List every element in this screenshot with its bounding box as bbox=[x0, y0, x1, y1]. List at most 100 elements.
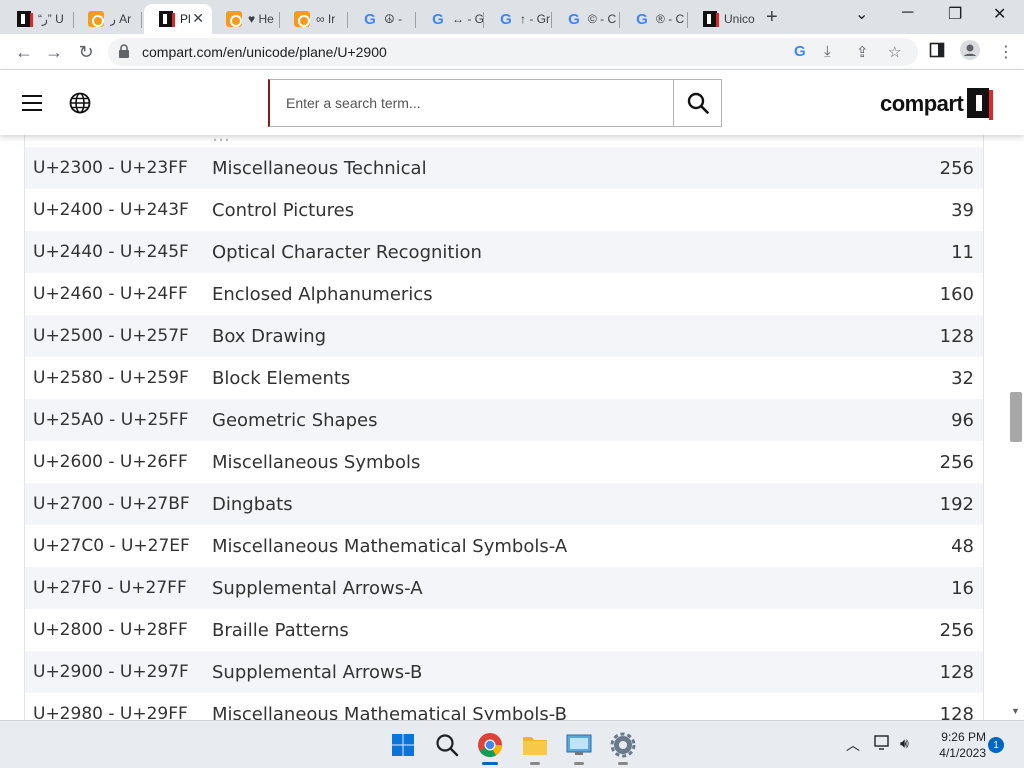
share-icon[interactable]: ⇪ bbox=[856, 43, 869, 61]
block-range[interactable]: U+2400 - U+243F bbox=[25, 200, 212, 220]
table-row[interactable]: U+2700 - U+27BF Dingbats 192 bbox=[25, 483, 983, 525]
block-range[interactable]: U+2800 - U+28FF bbox=[25, 620, 212, 640]
table-row[interactable]: U+2980 - U+29FF Miscellaneous Mathematica… bbox=[25, 693, 983, 720]
back-button[interactable]: ← bbox=[12, 40, 36, 64]
table-row[interactable]: U+2600 - U+26FF Miscellaneous Symbols 256 bbox=[25, 441, 983, 483]
close-tab-icon[interactable]: ✕ bbox=[192, 10, 204, 27]
block-name[interactable]: Braille Patterns bbox=[212, 620, 893, 641]
block-range[interactable]: U+2440 - U+245F bbox=[25, 242, 212, 262]
block-name[interactable]: Dingbats bbox=[212, 494, 893, 515]
block-name[interactable]: Miscellaneous Technical bbox=[212, 158, 893, 179]
scroll-down-arrow-icon[interactable]: ▼ bbox=[1011, 706, 1020, 716]
windows-start-icon[interactable] bbox=[389, 731, 417, 759]
control-panel-icon[interactable] bbox=[565, 731, 593, 765]
block-name[interactable]: Miscellaneous Mathematical Symbols-A bbox=[212, 536, 893, 557]
block-name[interactable]: Supplemental Arrows-A bbox=[212, 578, 893, 599]
new-tab-button[interactable]: + bbox=[766, 6, 778, 29]
browser-tab[interactable]: G ® - C bbox=[620, 4, 688, 34]
block-count: 256 bbox=[939, 619, 974, 641]
search-input[interactable] bbox=[270, 80, 675, 126]
volume-icon[interactable]: 🔊︎ bbox=[900, 735, 909, 752]
block-range[interactable]: U+2300 - U+23FF bbox=[25, 158, 212, 178]
block-range[interactable]: U+25A0 - U+25FF bbox=[25, 410, 212, 430]
globe-language-icon[interactable] bbox=[69, 92, 91, 119]
url-text[interactable]: compart.com/en/unicode/plane/U+2900 bbox=[142, 44, 387, 60]
forward-button[interactable]: → bbox=[42, 40, 66, 64]
compart-logo[interactable]: compart bbox=[880, 87, 994, 121]
side-panel-icon[interactable] bbox=[929, 42, 945, 63]
block-count: 256 bbox=[939, 451, 974, 473]
tab-title: ☮ - bbox=[384, 12, 403, 26]
file-explorer-icon[interactable] bbox=[521, 731, 549, 765]
block-name[interactable]: Supplemental Arrows-B bbox=[212, 662, 893, 683]
block-name[interactable]: Geometric Shapes bbox=[212, 410, 893, 431]
table-row[interactable]: U+2460 - U+24FF Enclosed Alphanumerics 160 bbox=[25, 273, 983, 315]
browser-tab[interactable]: G ☮ - bbox=[348, 4, 416, 34]
browser-tab[interactable]: Unico bbox=[688, 4, 756, 34]
block-count: 96 bbox=[951, 409, 974, 431]
network-icon[interactable] bbox=[874, 735, 892, 754]
lock-icon[interactable] bbox=[118, 44, 130, 63]
block-name[interactable]: Control Pictures bbox=[212, 200, 893, 221]
system-clock[interactable]: 9:26 PM 4/1/2023 bbox=[928, 729, 986, 761]
browser-tab[interactable]: G ↑ - Gr bbox=[484, 4, 552, 34]
address-bar[interactable]: compart.com/en/unicode/plane/U+2900 G ⤓ … bbox=[108, 38, 918, 66]
block-name[interactable]: Block Elements bbox=[212, 368, 893, 389]
block-range[interactable]: U+2500 - U+257F bbox=[25, 326, 212, 346]
notification-badge[interactable]: 1 bbox=[988, 737, 1004, 753]
reload-button[interactable]: ↻ bbox=[74, 40, 98, 64]
google-favicon-icon: G bbox=[432, 10, 444, 28]
google-translate-icon[interactable]: G bbox=[794, 43, 806, 60]
table-row[interactable]: U+25A0 - U+25FF Geometric Shapes 96 bbox=[25, 399, 983, 441]
tab-title: ↔ - G bbox=[452, 12, 484, 26]
browser-tab[interactable]: “ر” U bbox=[2, 4, 74, 34]
block-count: 128 bbox=[939, 661, 974, 683]
settings-gear-icon[interactable] bbox=[609, 731, 637, 765]
browser-tab[interactable]: ∞ Ir bbox=[280, 4, 348, 34]
browser-tab[interactable]: ر Ar bbox=[74, 4, 142, 34]
bookmark-star-icon[interactable]: ☆ bbox=[888, 43, 901, 61]
block-name[interactable]: Enclosed Alphanumerics bbox=[212, 284, 893, 305]
table-row[interactable]: U+27C0 - U+27EF Miscellaneous Mathematica… bbox=[25, 525, 983, 567]
browser-tab[interactable]: G © - C bbox=[552, 4, 620, 34]
browser-menu-icon[interactable]: ⋮ bbox=[998, 42, 1014, 62]
menu-hamburger-icon[interactable] bbox=[22, 95, 42, 111]
close-window-icon[interactable]: ✕ bbox=[993, 4, 1006, 24]
tray-chevron-up-icon[interactable]: ︿ bbox=[846, 735, 860, 755]
search-button[interactable] bbox=[673, 80, 721, 126]
block-range[interactable]: U+27C0 - U+27EF bbox=[25, 536, 212, 556]
profile-avatar-icon[interactable] bbox=[960, 40, 980, 65]
block-name[interactable]: Miscellaneous Mathematical Symbols-B bbox=[212, 704, 893, 721]
table-row[interactable]: U+2300 - U+23FF Miscellaneous Technical 25… bbox=[25, 147, 983, 189]
tab-search-chevron-icon[interactable]: ⌄ bbox=[855, 4, 868, 24]
block-name[interactable]: Miscellaneous Symbols bbox=[212, 452, 893, 473]
browser-tab-active[interactable]: Pl ✕ bbox=[144, 4, 212, 34]
block-range[interactable]: U+27F0 - U+27FF bbox=[25, 578, 212, 598]
browser-tab[interactable]: ♥ He bbox=[212, 4, 280, 34]
table-row[interactable]: U+2900 - U+297F Supplemental Arrows-B 128 bbox=[25, 651, 983, 693]
table-row[interactable]: U+2580 - U+259F Block Elements 32 bbox=[25, 357, 983, 399]
minimize-icon[interactable]: ─ bbox=[902, 4, 913, 22]
block-range[interactable]: U+2580 - U+259F bbox=[25, 368, 212, 388]
table-row[interactable]: U+2400 - U+243F Control Pictures 39 bbox=[25, 189, 983, 231]
block-range[interactable]: U+2700 - U+27BF bbox=[25, 494, 212, 514]
chrome-icon[interactable] bbox=[476, 731, 504, 765]
tab-title: © - C bbox=[588, 12, 617, 26]
block-range[interactable]: U+2460 - U+24FF bbox=[25, 284, 212, 304]
taskbar-search-icon[interactable] bbox=[433, 731, 461, 759]
table-row[interactable]: U+2440 - U+245F Optical Character Recogni… bbox=[25, 231, 983, 273]
block-name[interactable]: Box Drawing bbox=[212, 326, 893, 347]
block-name[interactable]: Optical Character Recognition bbox=[212, 242, 893, 263]
browser-tab[interactable]: G ↔ - G bbox=[416, 4, 484, 34]
block-range[interactable]: U+2900 - U+297F bbox=[25, 662, 212, 682]
block-range[interactable]: U+2980 - U+29FF bbox=[25, 704, 212, 720]
install-icon[interactable]: ⤓ bbox=[824, 43, 831, 60]
table-row[interactable]: U+2800 - U+28FF Braille Patterns 256 bbox=[25, 609, 983, 651]
scrollbar-thumb[interactable] bbox=[1010, 392, 1022, 442]
table-row[interactable]: U+27F0 - U+27FF Supplemental Arrows-A 16 bbox=[25, 567, 983, 609]
table-row[interactable]: U+2500 - U+257F Box Drawing 128 bbox=[25, 315, 983, 357]
block-range[interactable]: U+2600 - U+26FF bbox=[25, 452, 212, 472]
restore-icon[interactable]: ❐ bbox=[948, 4, 962, 24]
page-scrollbar[interactable]: ▲ ▼ bbox=[1008, 70, 1024, 720]
tab-title: Pl bbox=[180, 12, 191, 26]
